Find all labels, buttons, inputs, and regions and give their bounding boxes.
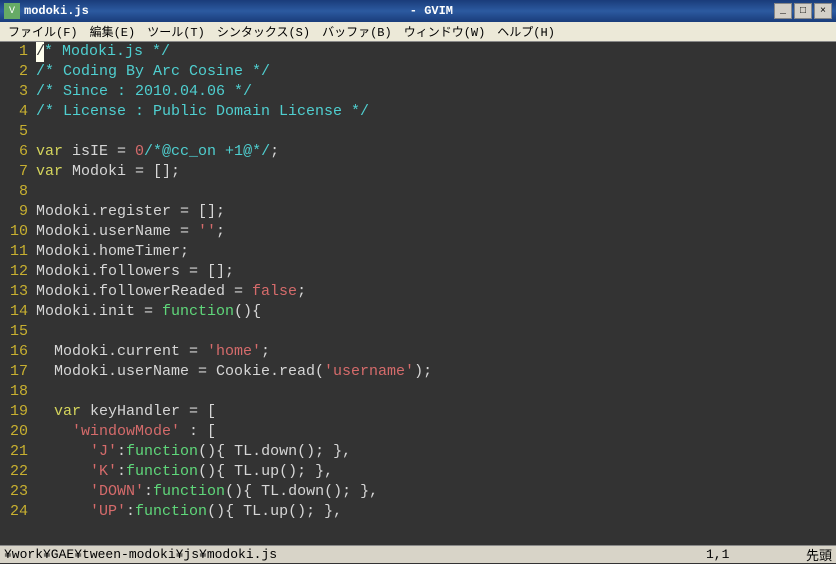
code-content[interactable]: var keyHandler = [ <box>36 402 836 422</box>
code-content[interactable]: 'UP':function(){ TL.up(); }, <box>36 502 836 522</box>
line-number: 7 <box>0 162 36 182</box>
code-content[interactable]: Modoki.current = 'home'; <box>36 342 836 362</box>
statusbar: ¥work¥GAE¥tween-modoki¥js¥modoki.js 1,1 … <box>0 545 836 563</box>
app-icon: V <box>4 3 20 19</box>
line-number: 5 <box>0 122 36 142</box>
line-number: 14 <box>0 302 36 322</box>
menu-help[interactable]: ヘルプ(H) <box>491 21 561 42</box>
code-line[interactable]: 4/* License : Public Domain License */ <box>0 102 836 122</box>
line-number: 16 <box>0 342 36 362</box>
code-content[interactable]: /* Since : 2010.04.06 */ <box>36 82 836 102</box>
code-content[interactable]: /* Coding By Arc Cosine */ <box>36 62 836 82</box>
menu-tools[interactable]: ツール(T) <box>141 21 211 42</box>
line-number: 12 <box>0 262 36 282</box>
line-number: 17 <box>0 362 36 382</box>
code-content[interactable]: /* Modoki.js */ <box>36 42 836 62</box>
minimize-button[interactable]: _ <box>774 3 792 19</box>
code-content[interactable]: var Modoki = []; <box>36 162 836 182</box>
code-line[interactable]: 8 <box>0 182 836 202</box>
line-number: 2 <box>0 62 36 82</box>
code-content[interactable]: Modoki.followerReaded = false; <box>36 282 836 302</box>
code-content[interactable]: Modoki.register = []; <box>36 202 836 222</box>
code-content[interactable] <box>36 122 836 142</box>
code-line[interactable]: 18 <box>0 382 836 402</box>
code-line[interactable]: 24 'UP':function(){ TL.up(); }, <box>0 502 836 522</box>
menu-syntax[interactable]: シンタックス(S) <box>211 21 316 42</box>
code-line[interactable]: 12Modoki.followers = []; <box>0 262 836 282</box>
code-content[interactable]: /* License : Public Domain License */ <box>36 102 836 122</box>
code-content[interactable]: 'K':function(){ TL.up(); }, <box>36 462 836 482</box>
code-line[interactable]: 3/* Since : 2010.04.06 */ <box>0 82 836 102</box>
titlebar-filename: modoki.js <box>24 4 89 18</box>
code-content[interactable] <box>36 182 836 202</box>
code-content[interactable]: 'DOWN':function(){ TL.down(); }, <box>36 482 836 502</box>
line-number: 20 <box>0 422 36 442</box>
statusbar-path: ¥work¥GAE¥tween-modoki¥js¥modoki.js <box>4 547 706 562</box>
statusbar-mode: 先頭 <box>806 545 832 564</box>
maximize-button[interactable]: □ <box>794 3 812 19</box>
line-number: 18 <box>0 382 36 402</box>
code-content[interactable]: 'J':function(){ TL.down(); }, <box>36 442 836 462</box>
code-content[interactable]: Modoki.userName = ''; <box>36 222 836 242</box>
code-line[interactable]: 2/* Coding By Arc Cosine */ <box>0 62 836 82</box>
window-titlebar: V modoki.js - GVIM _ □ × <box>0 0 836 22</box>
line-number: 8 <box>0 182 36 202</box>
titlebar-app-title: - GVIM <box>89 4 774 18</box>
code-line[interactable]: 15 <box>0 322 836 342</box>
code-line[interactable]: 7var Modoki = []; <box>0 162 836 182</box>
line-number: 19 <box>0 402 36 422</box>
line-number: 23 <box>0 482 36 502</box>
code-line[interactable]: 13Modoki.followerReaded = false; <box>0 282 836 302</box>
code-line[interactable]: 11Modoki.homeTimer; <box>0 242 836 262</box>
code-content[interactable]: Modoki.userName = Cookie.read('username'… <box>36 362 836 382</box>
code-content[interactable]: Modoki.init = function(){ <box>36 302 836 322</box>
line-number: 13 <box>0 282 36 302</box>
statusbar-position: 1,1 <box>706 547 806 562</box>
editor-area[interactable]: 1/* Modoki.js */2/* Coding By Arc Cosine… <box>0 42 836 545</box>
code-line[interactable]: 14Modoki.init = function(){ <box>0 302 836 322</box>
code-line[interactable]: 10Modoki.userName = ''; <box>0 222 836 242</box>
line-number: 3 <box>0 82 36 102</box>
code-content[interactable] <box>36 322 836 342</box>
menubar: ファイル(F) 編集(E) ツール(T) シンタックス(S) バッファ(B) ウ… <box>0 22 836 42</box>
code-line[interactable]: 1/* Modoki.js */ <box>0 42 836 62</box>
menu-edit[interactable]: 編集(E) <box>84 21 142 42</box>
line-number: 15 <box>0 322 36 342</box>
line-number: 6 <box>0 142 36 162</box>
code-content[interactable]: Modoki.homeTimer; <box>36 242 836 262</box>
code-line[interactable]: 9Modoki.register = []; <box>0 202 836 222</box>
line-number: 21 <box>0 442 36 462</box>
code-line[interactable]: 16 Modoki.current = 'home'; <box>0 342 836 362</box>
code-line[interactable]: 6var isIE = 0/*@cc_on +1@*/; <box>0 142 836 162</box>
close-button[interactable]: × <box>814 3 832 19</box>
code-content[interactable]: Modoki.followers = []; <box>36 262 836 282</box>
code-line[interactable]: 23 'DOWN':function(){ TL.down(); }, <box>0 482 836 502</box>
code-line[interactable]: 19 var keyHandler = [ <box>0 402 836 422</box>
line-number: 10 <box>0 222 36 242</box>
line-number: 4 <box>0 102 36 122</box>
code-content[interactable]: var isIE = 0/*@cc_on +1@*/; <box>36 142 836 162</box>
code-line[interactable]: 22 'K':function(){ TL.up(); }, <box>0 462 836 482</box>
line-number: 22 <box>0 462 36 482</box>
menu-buffers[interactable]: バッファ(B) <box>316 21 398 42</box>
menu-window[interactable]: ウィンドウ(W) <box>398 21 492 42</box>
line-number: 1 <box>0 42 36 62</box>
menu-file[interactable]: ファイル(F) <box>2 21 84 42</box>
code-line[interactable]: 20 'windowMode' : [ <box>0 422 836 442</box>
code-line[interactable]: 17 Modoki.userName = Cookie.read('userna… <box>0 362 836 382</box>
line-number: 11 <box>0 242 36 262</box>
line-number: 24 <box>0 502 36 522</box>
line-number: 9 <box>0 202 36 222</box>
code-content[interactable] <box>36 382 836 402</box>
code-content[interactable]: 'windowMode' : [ <box>36 422 836 442</box>
code-line[interactable]: 5 <box>0 122 836 142</box>
code-line[interactable]: 21 'J':function(){ TL.down(); }, <box>0 442 836 462</box>
